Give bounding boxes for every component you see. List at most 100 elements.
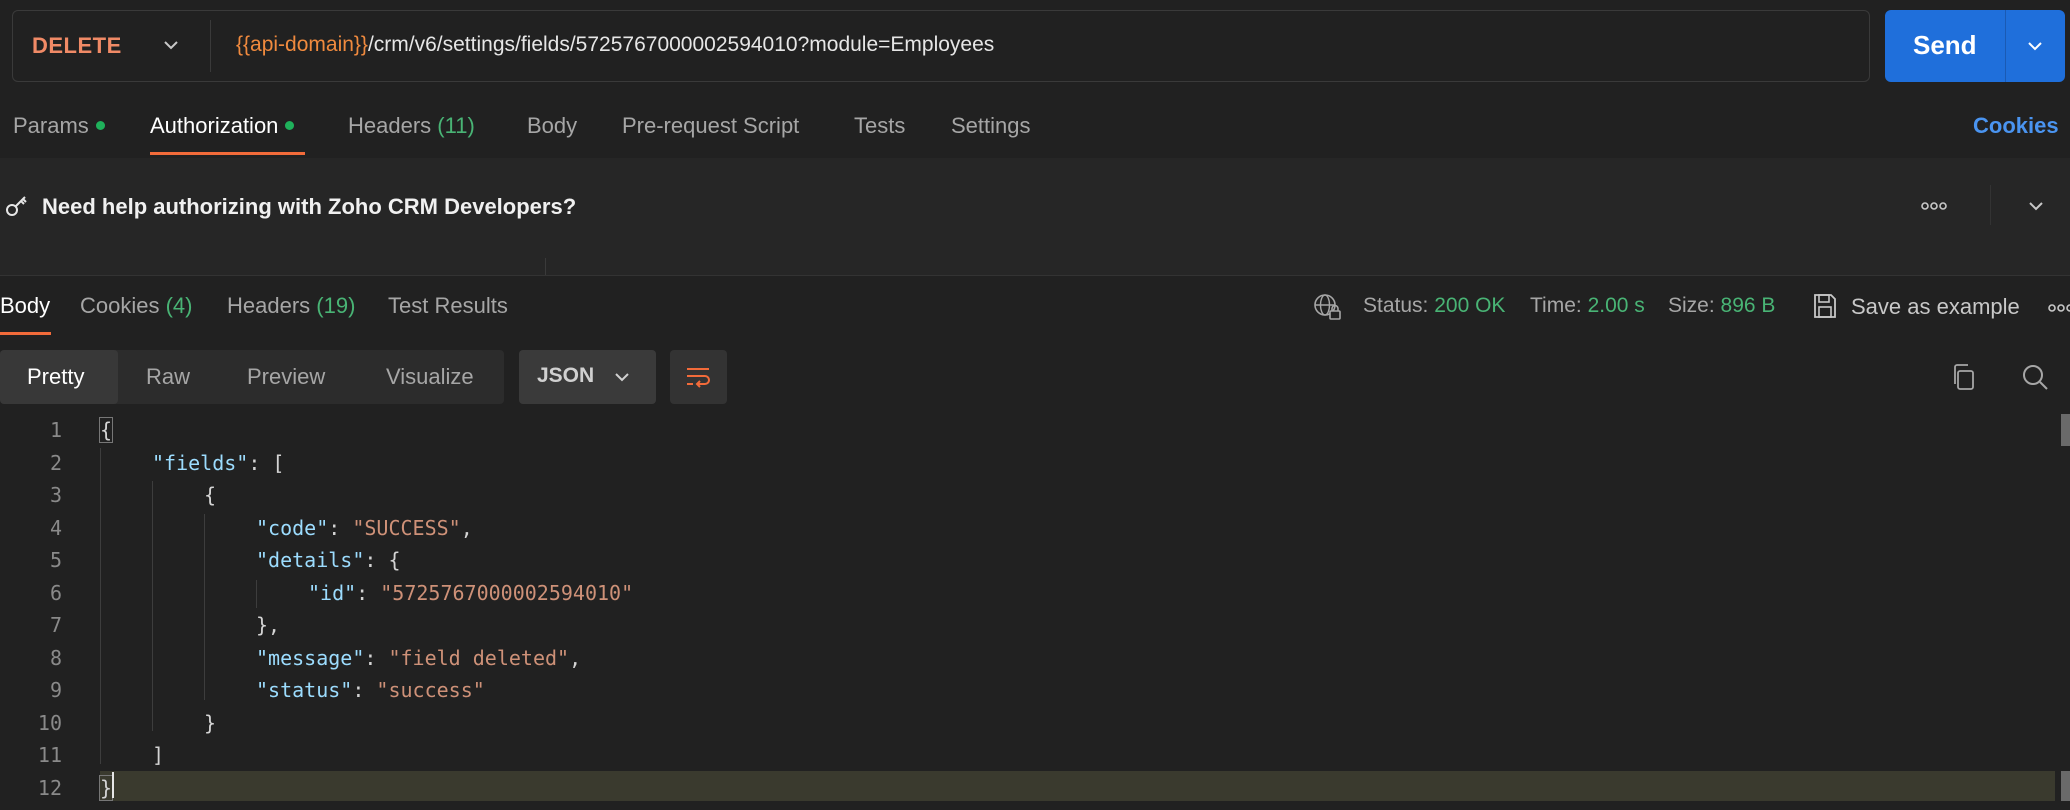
code-line-2[interactable]: "fields": [ <box>152 451 284 475</box>
line-number: 1 <box>49 418 62 442</box>
code-line-11[interactable]: ] <box>152 743 164 767</box>
tab-label: Cookies <box>80 293 160 318</box>
tab-label: Headers <box>348 113 432 138</box>
tab-settings[interactable]: Settings <box>951 113 1031 139</box>
line-number: 3 <box>49 483 62 507</box>
chevron-down-icon[interactable] <box>2024 35 2046 57</box>
divider <box>1990 185 1991 225</box>
tab-headers[interactable]: Headers (11) <box>348 113 475 139</box>
current-line-highlight <box>100 771 2055 801</box>
indent-guide <box>256 580 257 608</box>
code-line-12[interactable]: } <box>99 775 114 801</box>
format-pretty[interactable]: Pretty <box>27 364 84 390</box>
url-input[interactable]: {{api-domain}}/crm/v6/settings/fields/57… <box>236 33 994 57</box>
code-line-5[interactable]: "details": { <box>256 548 401 572</box>
response-tab-headers[interactable]: Headers (19) <box>227 293 355 319</box>
code-line-7[interactable]: }, <box>256 613 280 637</box>
tab-body[interactable]: Body <box>527 113 577 139</box>
network-globe-icon[interactable] <box>1312 292 1342 322</box>
tab-count: (11) <box>437 113 475 138</box>
response-tab-cookies[interactable]: Cookies (4) <box>80 293 193 319</box>
json-key: "message" <box>256 646 365 670</box>
json-punctuation: : { <box>364 548 401 572</box>
code-line-3[interactable]: { <box>204 483 216 507</box>
status-dot <box>285 120 295 130</box>
wrap-lines-icon[interactable] <box>683 362 713 392</box>
json-string: "field deleted" <box>388 646 570 670</box>
line-number: 5 <box>49 548 62 572</box>
tab-label: Headers <box>227 293 311 318</box>
code-line-6[interactable]: "id": "5725767000002594010" <box>308 581 633 605</box>
json-string: "success" <box>376 678 485 702</box>
json-key: "details" <box>256 548 365 572</box>
indent-guide <box>100 448 101 764</box>
method-select[interactable]: DELETE <box>32 33 122 59</box>
copy-icon[interactable] <box>1950 362 1978 392</box>
scrollbar-marker <box>2061 771 2070 801</box>
line-number: 12 <box>37 776 62 800</box>
json-key: "fields" <box>152 451 249 475</box>
json-string: "SUCCESS" <box>352 516 461 540</box>
vertical-scrollbar[interactable] <box>2061 414 2070 446</box>
chevron-down-icon[interactable] <box>160 34 182 56</box>
auth-help-title[interactable]: Need help authorizing with Zoho CRM Deve… <box>42 194 576 220</box>
cookies-link[interactable]: Cookies <box>1973 113 2059 139</box>
tab-count: (19) <box>316 293 356 318</box>
indent-guide <box>152 481 153 731</box>
line-number: 9 <box>49 678 62 702</box>
format-visualize[interactable]: Visualize <box>386 364 474 390</box>
time-value: 2.00 s <box>1587 294 1645 317</box>
response-tab-body[interactable]: Body <box>0 293 50 319</box>
response-status: Status: 200 OK <box>1363 294 1505 318</box>
key-icon <box>6 196 27 216</box>
line-number: 6 <box>49 581 62 605</box>
text-cursor <box>112 772 114 798</box>
more-options-icon[interactable] <box>2047 300 2070 316</box>
tab-label: Authorization <box>150 113 279 138</box>
divider <box>210 20 211 72</box>
status-value: 200 OK <box>1434 294 1506 317</box>
url-path: /crm/v6/settings/fields/5725767000002594… <box>367 33 995 56</box>
code-line-1[interactable]: { <box>99 417 114 443</box>
url-variable: {{api-domain}} <box>236 33 368 56</box>
line-number: 8 <box>49 646 62 670</box>
line-number: 10 <box>37 711 62 735</box>
json-string: "5725767000002594010" <box>380 581 634 605</box>
time-label: Time: <box>1530 294 1582 317</box>
send-label[interactable]: Send <box>1913 30 1977 61</box>
format-raw[interactable]: Raw <box>146 364 190 390</box>
more-options-icon[interactable] <box>1920 197 1948 215</box>
format-type-label[interactable]: JSON <box>537 364 594 388</box>
size-label: Size: <box>1668 294 1715 317</box>
size-value: 896 B <box>1720 294 1776 317</box>
save-icon[interactable] <box>1812 292 1838 320</box>
tab-tests[interactable]: Tests <box>854 113 905 139</box>
status-dot <box>95 120 105 130</box>
tab-params[interactable]: Params <box>13 113 105 139</box>
active-tab-indicator <box>0 332 51 335</box>
response-tab-test-results[interactable]: Test Results <box>388 293 508 319</box>
status-label: Status: <box>1363 294 1429 317</box>
code-line-8[interactable]: "message": "field deleted", <box>256 646 581 670</box>
tab-pre-request-script[interactable]: Pre-request Script <box>622 113 799 139</box>
line-number: 2 <box>49 451 62 475</box>
divider <box>2005 10 2006 82</box>
tab-label: Params <box>13 113 89 138</box>
line-number: 4 <box>49 516 62 540</box>
code-line-9[interactable]: "status": "success" <box>256 678 485 702</box>
chevron-down-icon[interactable] <box>612 367 632 387</box>
chevron-down-icon[interactable] <box>2025 195 2047 217</box>
response-size: Size: 896 B <box>1668 294 1775 318</box>
json-key: "code" <box>256 516 329 540</box>
save-as-example-button[interactable]: Save as example <box>1851 294 2020 320</box>
divider <box>0 275 2070 276</box>
pane-resize-handle[interactable] <box>545 258 546 276</box>
code-line-10[interactable]: } <box>204 711 216 735</box>
code-line-4[interactable]: "code": "SUCCESS", <box>256 516 473 540</box>
format-preview[interactable]: Preview <box>247 364 325 390</box>
search-icon[interactable] <box>2020 362 2050 392</box>
tab-count: (4) <box>165 293 193 318</box>
active-tab-indicator <box>150 152 305 155</box>
tab-authorization[interactable]: Authorization <box>150 113 295 139</box>
line-number: 7 <box>49 613 62 637</box>
